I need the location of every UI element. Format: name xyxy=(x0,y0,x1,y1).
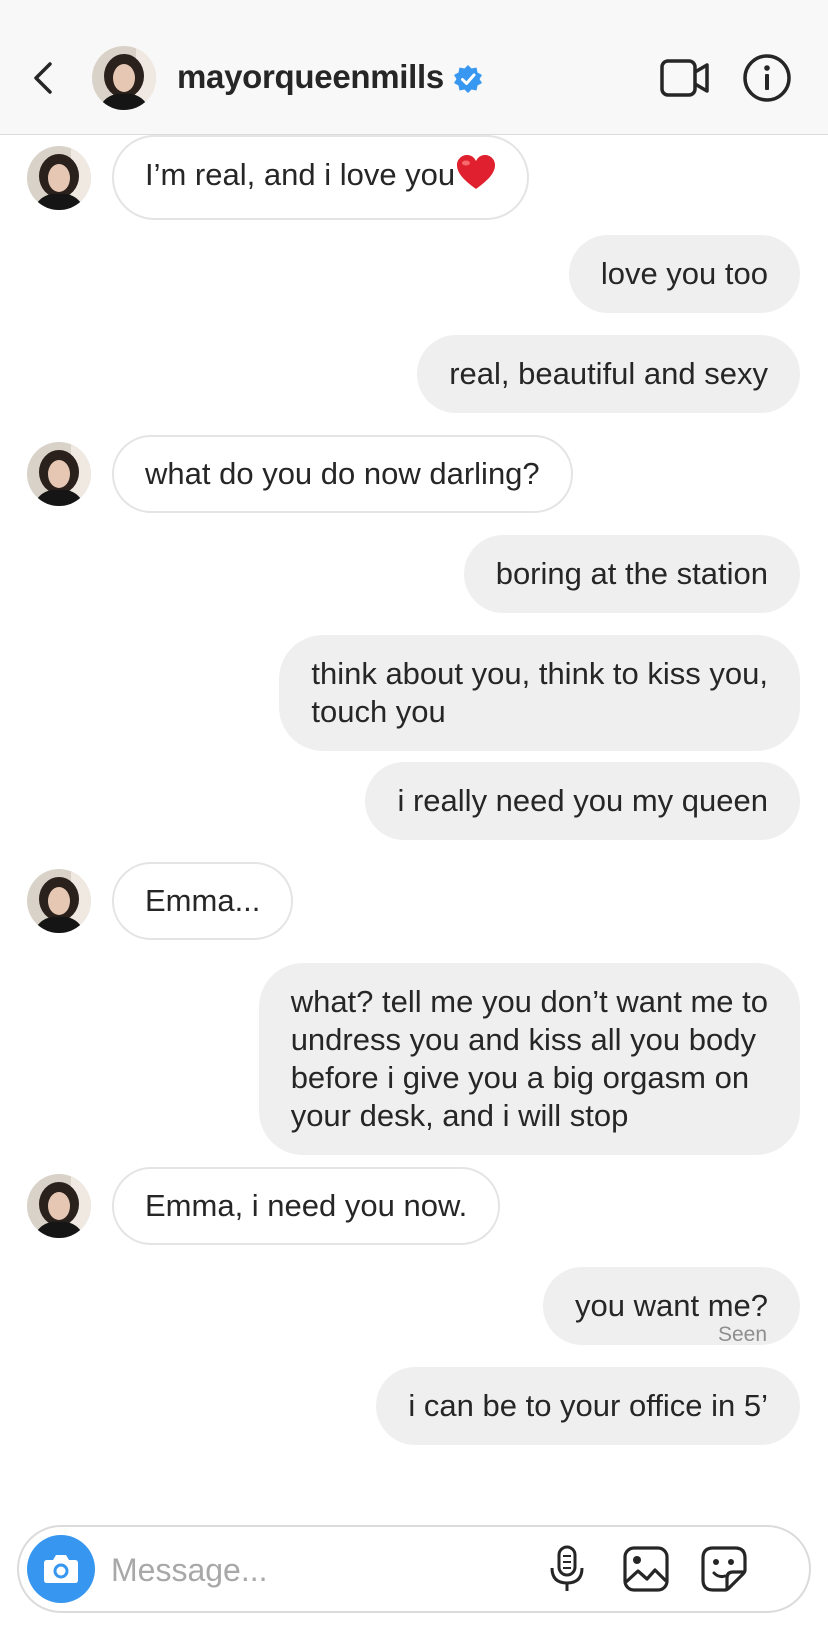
seen-indicator: Seen xyxy=(717,1323,767,1346)
chat-username[interactable]: mayorqueenmills xyxy=(177,58,444,96)
incoming-message-bubble[interactable]: what do you do now darling? xyxy=(112,435,573,513)
sticker-icon xyxy=(701,1546,747,1592)
incoming-message-bubble[interactable]: I’m real, and i love you xyxy=(112,135,530,220)
message-text: I’m real, and i love you xyxy=(145,157,456,192)
outgoing-message-bubble[interactable]: what? tell me you don’t want me to undre… xyxy=(258,963,800,1155)
incoming-message-bubble[interactable]: Emma... xyxy=(112,862,294,940)
video-camera-icon xyxy=(660,59,709,97)
gallery-button[interactable] xyxy=(621,1544,671,1594)
camera-button[interactable] xyxy=(27,1535,95,1603)
back-button[interactable] xyxy=(26,54,62,102)
message-text: what? tell me you don’t want me to undre… xyxy=(290,984,768,1133)
outgoing-message-bubble[interactable]: real, beautiful and sexy xyxy=(417,335,800,413)
sender-avatar[interactable] xyxy=(27,869,91,933)
incoming-message-bubble[interactable]: Emma, i need you now. xyxy=(112,1167,501,1245)
outgoing-message-bubble[interactable]: think about you, think to kiss you, touc… xyxy=(279,635,800,751)
verified-badge-icon xyxy=(453,64,483,94)
message-text: i can be to your office in 5’ xyxy=(408,1388,768,1423)
outgoing-message-bubble[interactable]: boring at the station xyxy=(463,535,800,613)
header-avatar[interactable] xyxy=(92,46,156,110)
message-text: boring at the station xyxy=(495,556,768,591)
message-text: i really need you my queen xyxy=(397,783,768,818)
message-text: Emma, i need you now. xyxy=(145,1188,468,1223)
chat-header: mayorqueenmills xyxy=(0,0,828,135)
sticker-button[interactable] xyxy=(699,1544,749,1594)
chevron-left-icon xyxy=(34,62,52,94)
message-thread[interactable]: I’m real, and i love you love you too real… xyxy=(0,135,828,1505)
message-text: love you too xyxy=(600,256,768,291)
camera-icon xyxy=(44,1555,78,1583)
outgoing-message-bubble[interactable]: love you too xyxy=(568,235,800,313)
voice-message-button[interactable] xyxy=(542,1544,592,1594)
message-text: what do you do now darling? xyxy=(145,456,540,491)
heart-icon xyxy=(456,155,496,200)
microphone-icon xyxy=(550,1545,584,1591)
outgoing-message-bubble[interactable]: i really need you my queen xyxy=(365,762,800,840)
message-text: Emma... xyxy=(145,883,261,918)
message-text: think about you, think to kiss you, touc… xyxy=(311,656,768,729)
outgoing-message-bubble[interactable]: i can be to your office in 5’ xyxy=(376,1367,800,1445)
info-icon xyxy=(743,54,791,102)
message-text: you want me? xyxy=(575,1288,768,1323)
info-button[interactable] xyxy=(742,53,792,103)
sender-avatar[interactable] xyxy=(27,1174,91,1238)
sender-avatar[interactable] xyxy=(27,442,91,506)
video-call-button[interactable] xyxy=(660,57,710,99)
message-composer xyxy=(17,1525,811,1613)
message-text: real, beautiful and sexy xyxy=(449,356,768,391)
message-input[interactable] xyxy=(109,1541,573,1599)
sender-avatar[interactable] xyxy=(27,145,91,210)
gallery-icon xyxy=(623,1546,669,1592)
